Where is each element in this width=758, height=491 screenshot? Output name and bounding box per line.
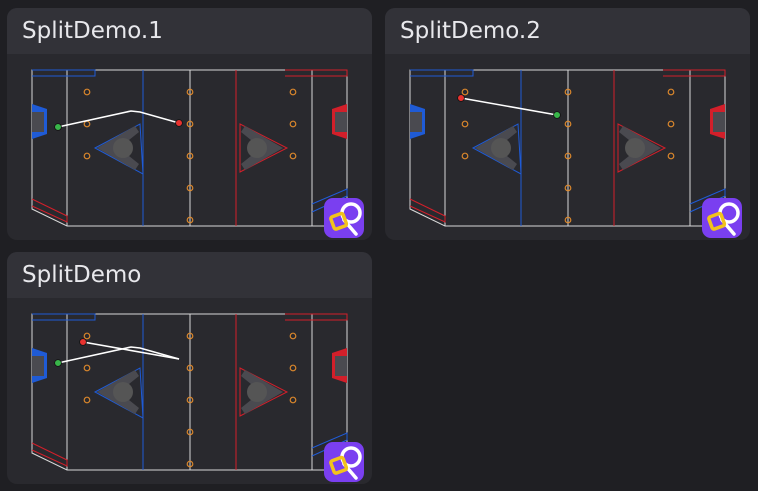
field-map	[31, 69, 348, 227]
field-lines	[409, 69, 726, 227]
pathplanner-logo-icon	[329, 446, 362, 480]
auto-card-splitdemo-2[interactable]: SplitDemo.2	[385, 8, 750, 240]
field-map	[409, 69, 726, 227]
pathplanner-app-icon	[702, 198, 742, 238]
end-marker	[457, 94, 465, 102]
auto-card-splitdemo[interactable]: SplitDemo	[7, 252, 372, 484]
end-marker	[175, 119, 183, 127]
end-marker	[79, 338, 87, 346]
field-map	[31, 313, 348, 471]
pathplanner-app-icon	[324, 198, 364, 238]
field-preview	[7, 54, 372, 240]
pathplanner-logo-icon	[707, 202, 740, 236]
pathplanner-app-icon	[324, 442, 364, 482]
pathplanner-logo-icon	[329, 202, 362, 236]
start-marker	[54, 359, 62, 367]
card-title: SplitDemo.1	[7, 8, 372, 54]
field-preview	[7, 298, 372, 484]
card-title: SplitDemo	[7, 252, 372, 298]
field-lines	[31, 69, 348, 227]
path-line	[82, 341, 180, 360]
field-preview	[385, 54, 750, 240]
path-line	[57, 110, 180, 128]
path-line	[460, 97, 558, 116]
auto-card-splitdemo-1[interactable]: SplitDemo.1	[7, 8, 372, 240]
start-marker	[54, 123, 62, 131]
field-lines	[31, 313, 348, 471]
start-marker	[553, 111, 561, 119]
card-title: SplitDemo.2	[385, 8, 750, 54]
